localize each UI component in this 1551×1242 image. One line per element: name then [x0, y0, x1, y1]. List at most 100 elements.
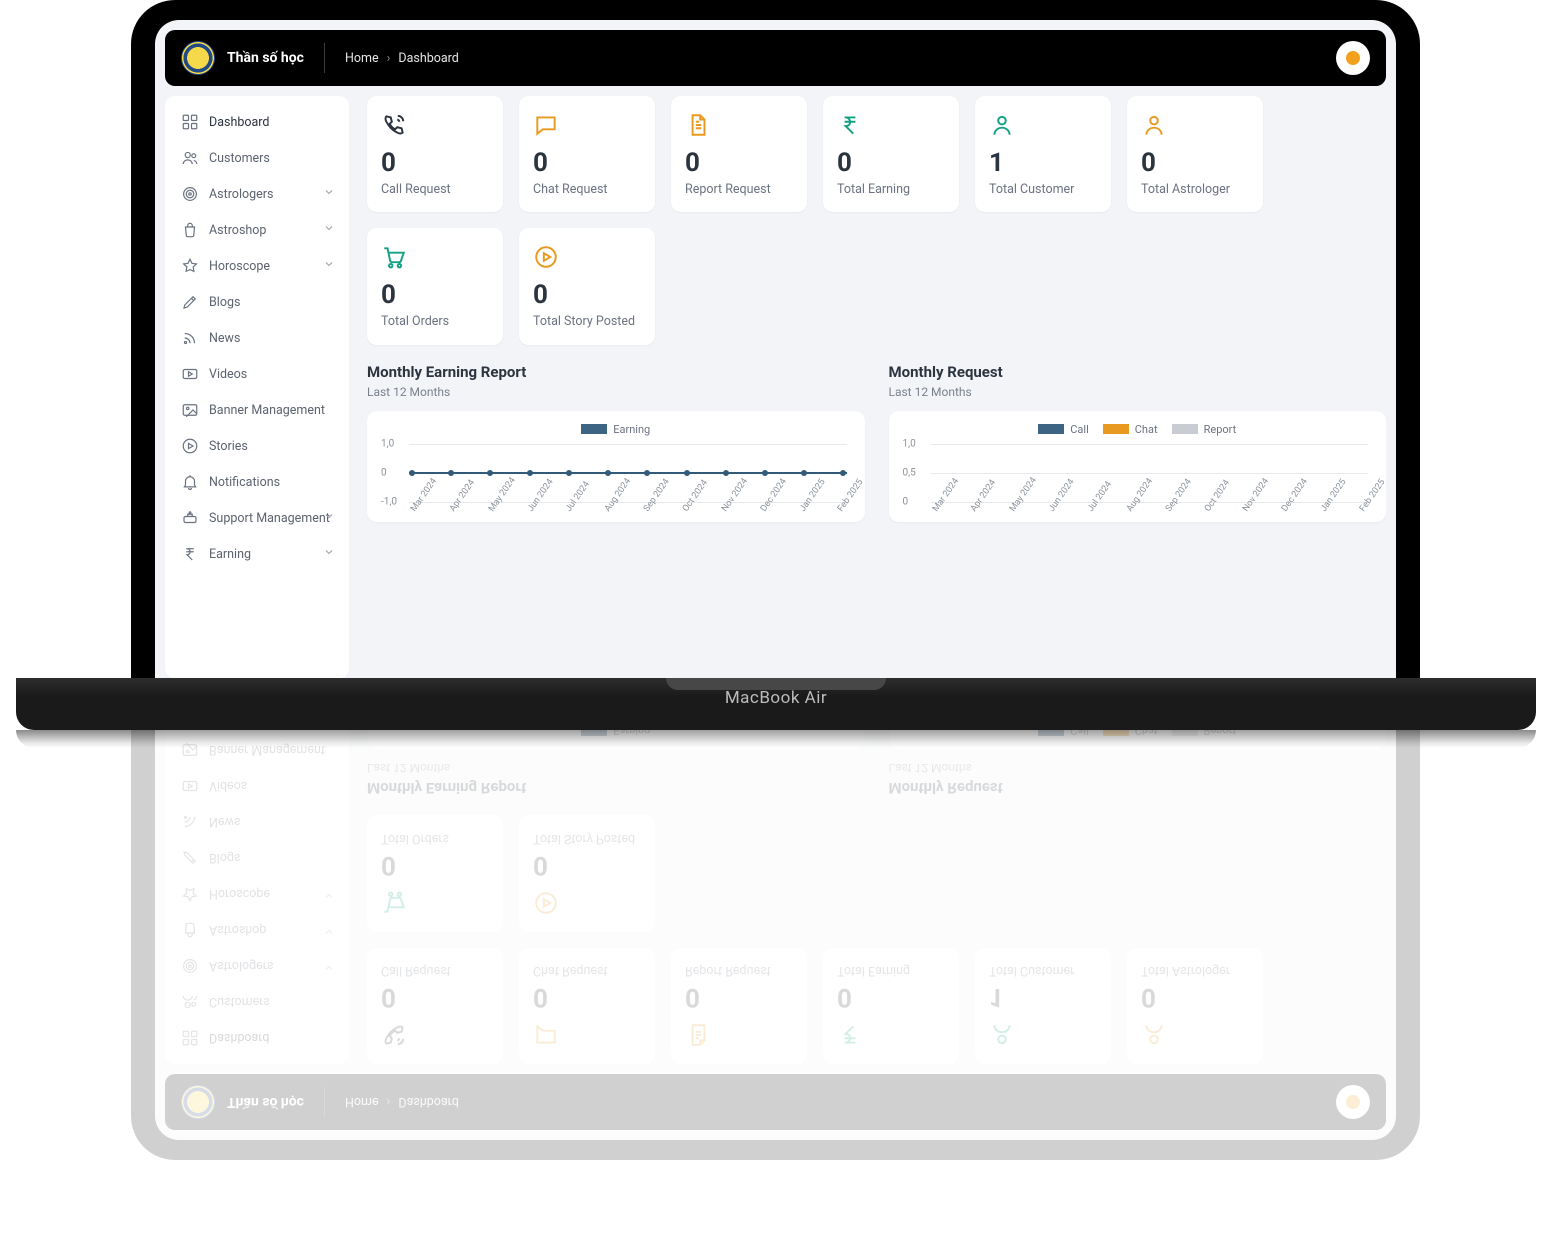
stat-value: 0	[533, 984, 641, 1010]
sidebar-item-label: Videos	[209, 779, 247, 794]
stat-card-person[interactable]: 1Total Customer	[975, 96, 1111, 212]
sidebar-item-target[interactable]: Astrologers	[171, 176, 343, 212]
laptop-base: MacBook Air	[16, 678, 1536, 730]
sidebar-item-rupee[interactable]: Earning	[171, 536, 343, 572]
gridline	[409, 502, 847, 503]
app-title: Thần số học	[227, 50, 304, 66]
legend-label: Call	[1070, 423, 1089, 436]
sidebar-item-target[interactable]: Astrologers	[171, 948, 343, 984]
sidebar-item-rss[interactable]: News	[171, 804, 343, 840]
chart-card: CallChatReport1,00,50Mar 2024Apr 2024May…	[889, 411, 1387, 522]
stat-card-cart[interactable]: 0Total Orders	[367, 228, 503, 344]
data-point	[448, 470, 454, 476]
breadcrumb-home[interactable]: Home	[345, 1095, 379, 1110]
stat-label: Call Request	[381, 962, 489, 978]
ytick: 0	[381, 467, 387, 478]
chart-right: Monthly RequestLast 12 MonthsCallChatRep…	[889, 363, 1387, 522]
sidebar-item-label: Blogs	[209, 851, 240, 866]
stat-card-person[interactable]: 1Total Customer	[975, 948, 1111, 1064]
chart-title: Monthly Request	[889, 780, 1387, 798]
sidebar-item-bell[interactable]: Notifications	[171, 464, 343, 500]
sidebar-item-pencil[interactable]: Blogs	[171, 284, 343, 320]
stat-card-playcir[interactable]: 0Total Story Posted	[519, 228, 655, 344]
stat-label: Total Earning	[837, 962, 945, 978]
chart-title: Monthly Request	[889, 363, 1387, 381]
avatar-button[interactable]	[1336, 1085, 1370, 1119]
main: 0Call Request0Chat Request0Report Reques…	[349, 730, 1386, 1064]
legend-swatch-icon	[1038, 424, 1064, 434]
bag-icon	[181, 921, 199, 939]
chevron-down-icon	[323, 258, 335, 274]
dashboard-icon	[181, 113, 199, 131]
sidebar-item-dashboard[interactable]: Dashboard	[171, 1020, 343, 1056]
stat-value: 0	[381, 852, 489, 878]
sidebar-item-rss[interactable]: News	[171, 320, 343, 356]
legend-item[interactable]: Chat	[1103, 423, 1158, 436]
main: 0Call Request0Chat Request0Report Reques…	[349, 96, 1386, 678]
stat-value: 0	[381, 150, 489, 176]
stat-label: Chat Request	[533, 962, 641, 978]
users-icon	[181, 149, 199, 167]
stat-card-report[interactable]: 0Report Request	[671, 948, 807, 1064]
sidebar-item-users[interactable]: Customers	[171, 140, 343, 176]
sidebar-item-label: Horoscope	[209, 259, 270, 274]
sidebar-item-pencil[interactable]: Blogs	[171, 840, 343, 876]
stat-card-chat[interactable]: 0Chat Request	[519, 96, 655, 212]
stat-card-phone[interactable]: 0Call Request	[367, 948, 503, 1064]
app-logo	[181, 1085, 215, 1119]
support-icon	[181, 509, 199, 527]
legend-item[interactable]: Call	[1038, 423, 1089, 436]
report-icon	[685, 1022, 711, 1048]
sidebar-item-users[interactable]: Customers	[171, 984, 343, 1020]
chart-subtitle: Last 12 Months	[889, 762, 1387, 776]
stat-card-person[interactable]: 0Total Astrologer	[1127, 948, 1263, 1064]
sidebar-item-label: Astrologers	[209, 187, 273, 202]
rupee-icon	[181, 545, 199, 563]
stat-value: 0	[837, 984, 945, 1010]
sidebar-item-bag[interactable]: Astroshop	[171, 912, 343, 948]
avatar-icon	[1346, 51, 1360, 65]
stat-card-report[interactable]: 0Report Request	[671, 96, 807, 212]
sidebar-item-label: Dashboard	[209, 1031, 269, 1046]
sidebar-item-star[interactable]: Horoscope	[171, 876, 343, 912]
stat-value: 0	[837, 150, 945, 176]
stat-card-chat[interactable]: 0 Chat Request	[519, 948, 655, 1064]
data-point	[840, 470, 846, 476]
chat-icon	[533, 1022, 559, 1048]
person-icon	[989, 1022, 1015, 1048]
sidebar-item-play[interactable]: Stories	[171, 428, 343, 464]
gridline	[409, 444, 847, 445]
sidebar-item-star[interactable]: Horoscope	[171, 248, 343, 284]
sidebar-item-label: Astroshop	[209, 923, 266, 938]
sidebar-item-support[interactable]: Support Management	[171, 500, 343, 536]
stat-card-playcir[interactable]: 0Total Story Posted	[519, 816, 655, 932]
stat-card-cart[interactable]: 0Total Orders	[367, 816, 503, 932]
stat-card-person[interactable]: 0Total Astrologer	[1127, 96, 1263, 212]
stat-card-rupee[interactable]: 0Total Earning	[823, 96, 959, 212]
stat-card-rupee[interactable]: 0 Total Earning	[823, 948, 959, 1064]
sidebar-item-image[interactable]: Banner Management	[171, 392, 343, 428]
breadcrumb: Home›Dashboard	[345, 51, 459, 66]
stat-card-phone[interactable]: 0Call Request	[367, 96, 503, 212]
sidebar: DashboardCustomers Astrologers Astroshop Ho…	[165, 96, 349, 678]
sidebar-item-dashboard[interactable]: Dashboard	[171, 104, 343, 140]
sidebar-item-video[interactable]: Videos	[171, 356, 343, 392]
legend-swatch-icon	[581, 424, 607, 434]
legend-item[interactable]: Earning	[581, 423, 650, 436]
sidebar-item-bag[interactable]: Astroshop	[171, 212, 343, 248]
legend-label: Chat	[1135, 423, 1158, 436]
gridline	[931, 444, 1369, 445]
stat-value: 0	[685, 984, 793, 1010]
sidebar-item-video[interactable]: Videos	[171, 768, 343, 804]
avatar-button[interactable]	[1336, 41, 1370, 75]
breadcrumb-home[interactable]: Home	[345, 51, 379, 66]
topbar: Thần số họcHome›Dashboard	[165, 1074, 1386, 1130]
chevron-right-icon: ›	[387, 1095, 391, 1110]
legend-item[interactable]: Report	[1172, 423, 1237, 436]
sidebar-item-label: Customers	[209, 995, 270, 1010]
chart-legend: Call Chat Report	[903, 423, 1373, 436]
ytick: -1,0	[381, 496, 397, 507]
chart-legend: Earning	[381, 423, 851, 436]
sidebar-item-label: Banner Management	[209, 403, 325, 418]
playcir-icon	[533, 244, 559, 270]
